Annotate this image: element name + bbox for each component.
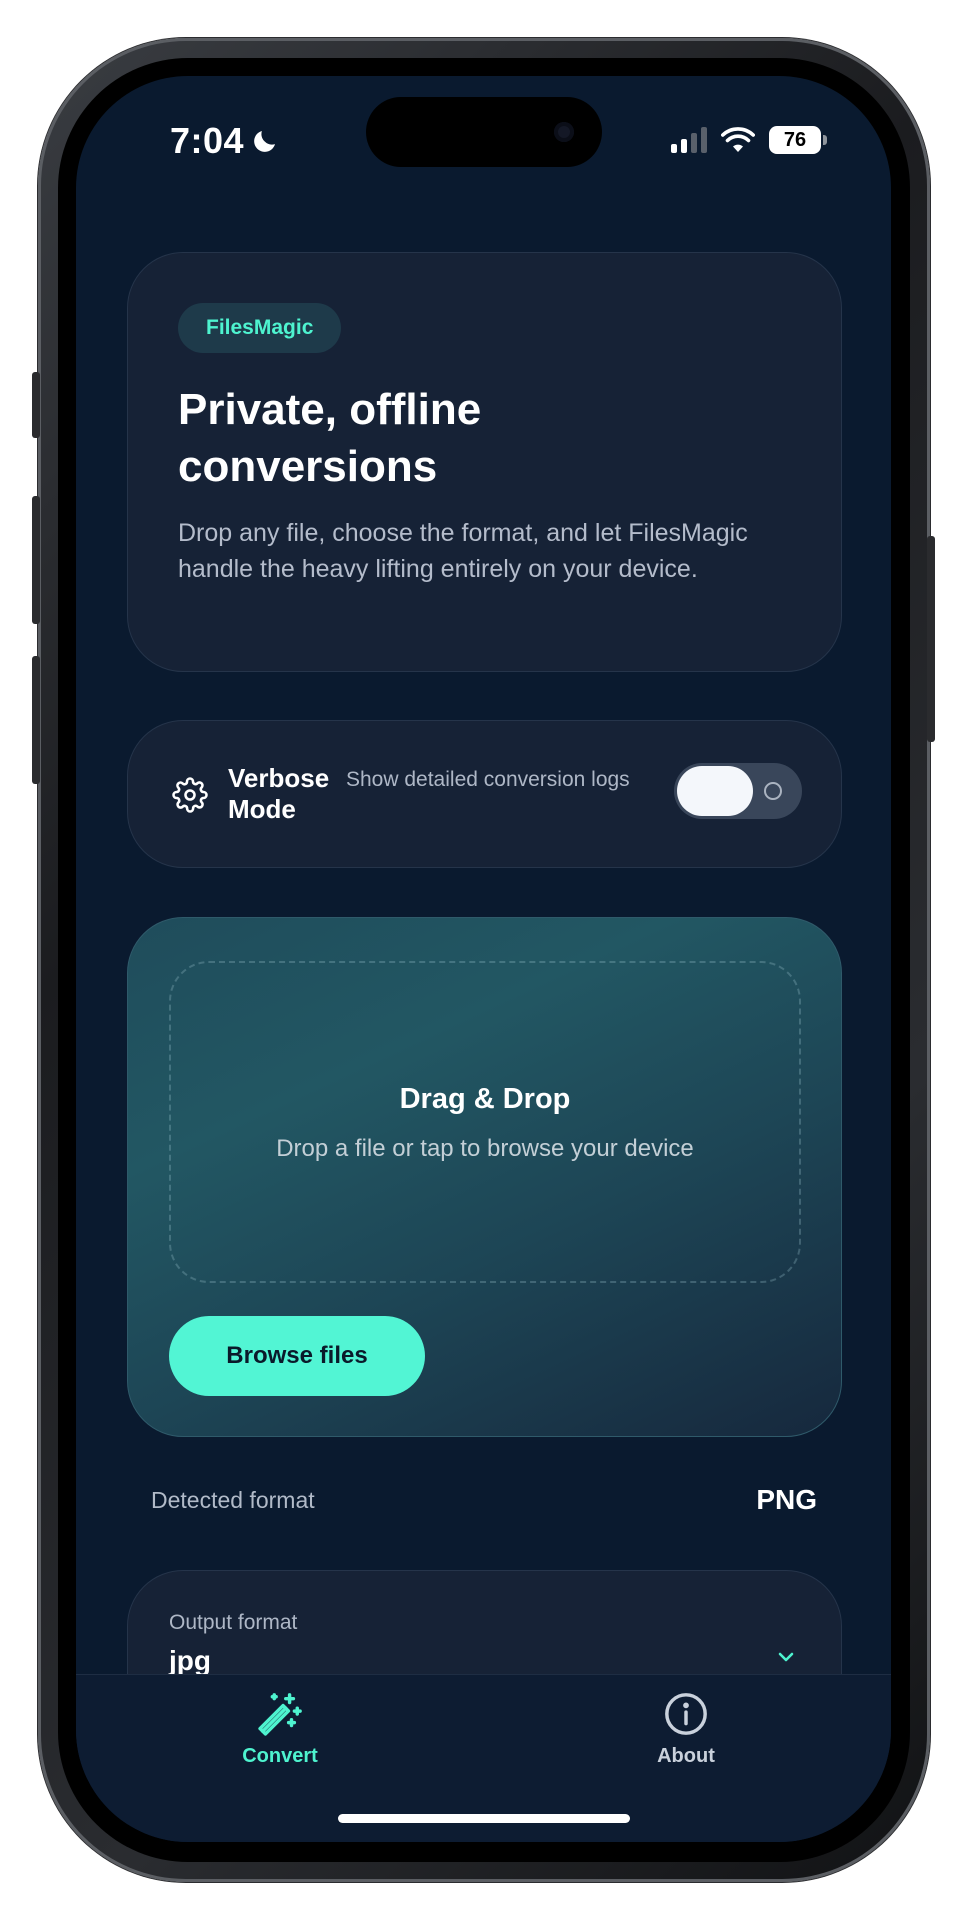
hero-title: Private, offline conversions bbox=[178, 385, 482, 491]
detected-format-label: Detected format bbox=[151, 1487, 315, 1513]
app-screen: 7:04 76 FilesMagic Private, offline conv… bbox=[76, 76, 891, 1842]
browse-files-button[interactable]: Browse files bbox=[169, 1316, 425, 1396]
toggle-off-indicator-icon bbox=[764, 782, 782, 800]
info-icon bbox=[665, 1693, 707, 1735]
battery-icon: 76 bbox=[769, 126, 827, 154]
app-badge: FilesMagic bbox=[178, 303, 342, 353]
verbose-mode-card: Verbose Mode Show detailed conversion lo… bbox=[127, 720, 842, 868]
tab-about[interactable]: About bbox=[606, 1691, 766, 1781]
tab-about-label: About bbox=[657, 1745, 715, 1767]
chevron-down-icon bbox=[778, 1652, 794, 1662]
toggle-knob bbox=[677, 766, 753, 816]
tab-convert-label: Convert bbox=[242, 1745, 318, 1767]
moon-icon bbox=[254, 131, 276, 152]
cellular-signal-icon bbox=[671, 127, 707, 153]
status-time: 7:04 bbox=[170, 120, 280, 162]
upload-card: Drag & Drop Drop a file or tap to browse… bbox=[127, 917, 842, 1437]
magic-wand-icon bbox=[258, 1693, 302, 1736]
output-format-label: Output format bbox=[169, 1611, 298, 1634]
verbose-mode-description: Show detailed conversion logs bbox=[346, 768, 630, 791]
camera-icon bbox=[554, 122, 574, 142]
side-button-volume-down bbox=[32, 656, 40, 784]
side-button-action bbox=[32, 372, 40, 438]
drop-zone-title: Drag & Drop bbox=[399, 1083, 571, 1115]
battery-level: 76 bbox=[783, 128, 807, 151]
output-format-value: jpg bbox=[169, 1645, 211, 1676]
verbose-mode-title: Verbose Mode bbox=[228, 763, 330, 824]
status-indicators: 76 bbox=[671, 126, 827, 154]
tab-convert[interactable]: Convert bbox=[200, 1691, 360, 1781]
detected-format-value: PNG bbox=[756, 1484, 817, 1515]
hero-description: Drop any file, choose the format, and le… bbox=[178, 519, 748, 583]
side-button-power bbox=[927, 536, 935, 742]
status-time-text: 7:04 bbox=[170, 120, 245, 161]
gear-icon bbox=[172, 777, 208, 813]
drop-zone[interactable]: Drag & Drop Drop a file or tap to browse… bbox=[169, 961, 801, 1283]
side-button-volume-up bbox=[32, 496, 40, 624]
hero-card: FilesMagic Private, offline conversions … bbox=[127, 252, 842, 672]
home-indicator[interactable] bbox=[338, 1814, 630, 1823]
verbose-mode-toggle[interactable] bbox=[674, 763, 802, 819]
dynamic-island bbox=[366, 97, 602, 167]
drop-zone-description: Drop a file or tap to browse your device bbox=[276, 1135, 694, 1162]
wifi-icon bbox=[721, 127, 755, 152]
